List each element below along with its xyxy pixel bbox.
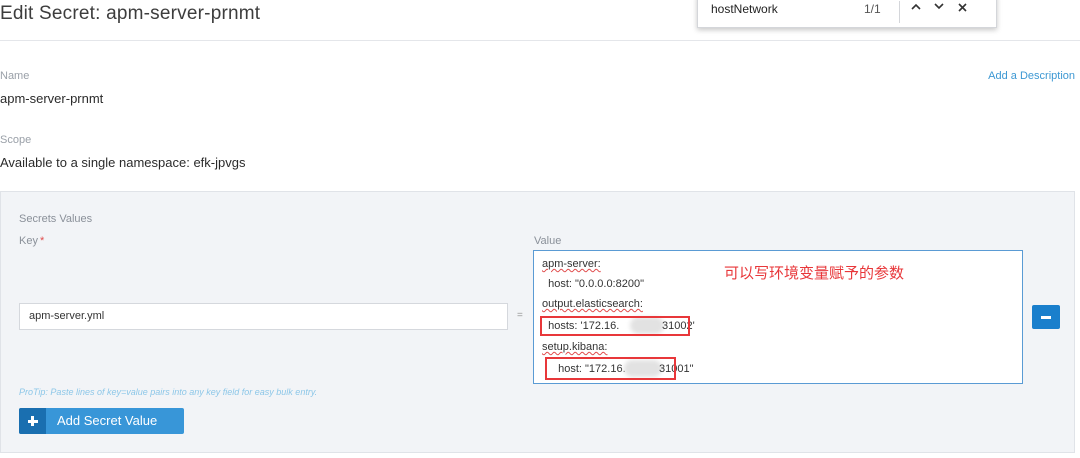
edit-secret-page: Edit Secret: apm-server-prnmt hostNetwor… [0,0,1080,458]
key-label-text: Key [19,235,38,247]
protip-text: ProTip: Paste lines of key=value pairs i… [19,387,318,397]
plus-icon [19,408,46,434]
minus-icon [1041,316,1051,319]
name-value: apm-server-prnmt [0,91,104,106]
scope-label: Scope [0,134,32,146]
value-line-text: output.elasticsearch: [542,298,643,310]
equals-sign: = [517,310,523,321]
add-secret-value-button[interactable]: Add Secret Value [19,408,184,434]
find-in-page-bar: hostNetwork 1/1 [697,0,997,28]
value-line: apm-server: [542,258,601,270]
value-line: host: "0.0.0.0:8200" [542,278,644,290]
highlight-box [545,357,676,380]
scope-value: Available to a single namespace: efk-jpv… [0,155,246,170]
highlight-box [540,316,690,336]
chevron-down-icon[interactable] [931,0,947,17]
value-line: setup.kibana: [542,341,607,353]
remove-secret-button[interactable] [1032,305,1060,329]
close-icon[interactable] [954,0,970,17]
chevron-up-icon[interactable] [908,0,924,17]
page-title: Edit Secret: apm-server-prnmt [0,3,261,24]
add-secret-value-label: Add Secret Value [57,413,158,428]
required-mark: * [39,235,45,247]
title-divider [0,40,1080,41]
key-column-label: Key * [19,235,44,247]
find-match-count: 1/1 [864,2,881,16]
secret-key-input[interactable]: apm-server.yml [19,303,508,330]
secrets-values-panel: Secrets Values Key * Value apm-server.yml… [0,191,1075,453]
value-line-text: apm-server: [542,258,601,270]
secrets-values-title: Secrets Values [19,213,93,225]
find-bar-divider [899,1,900,23]
add-description-link[interactable]: Add a Description [988,70,1075,82]
find-query-input[interactable]: hostNetwork [711,2,778,16]
value-column-label: Value [534,235,562,247]
name-label: Name [0,70,30,82]
value-line-text: setup.kibana: [542,341,608,353]
secret-value-textarea[interactable]: apm-server: host: "0.0.0.0:8200" output.… [533,250,1023,384]
value-line: output.elasticsearch: [542,298,643,310]
annotation-text: 可以写环境变量赋予的参数 [724,264,905,282]
